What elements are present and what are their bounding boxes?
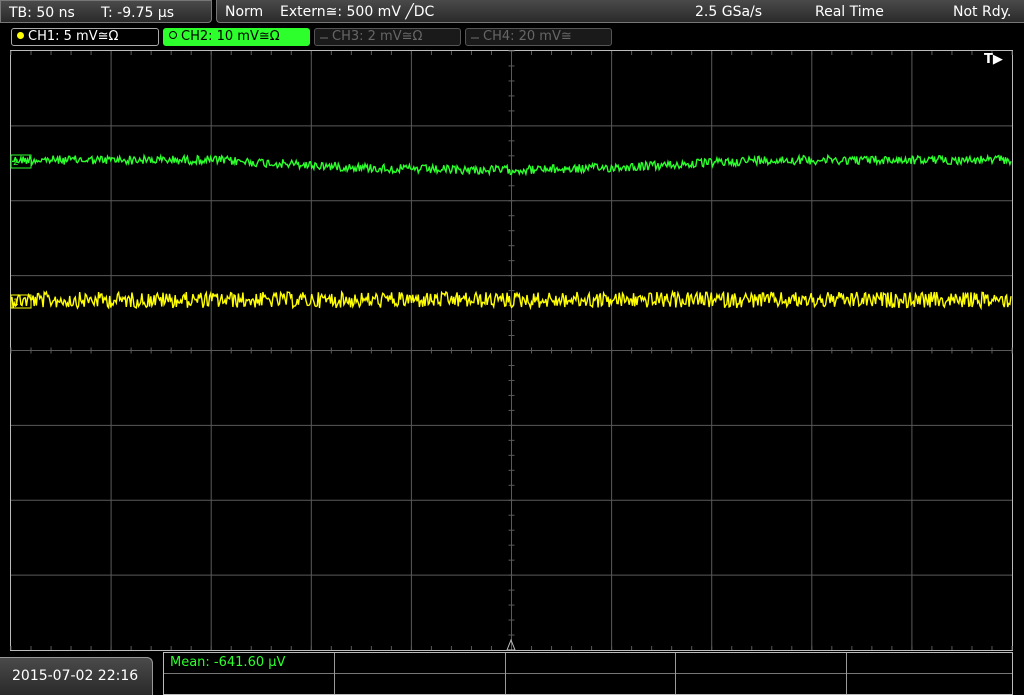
trigger-indicator: T▶ bbox=[984, 52, 1003, 67]
svg-text:1: 1 bbox=[13, 298, 19, 308]
measurement-cell bbox=[335, 653, 506, 694]
measurement-cell bbox=[676, 653, 847, 694]
datetime-label: 2015-07-02 22:16 bbox=[12, 668, 139, 684]
measurement-cell bbox=[506, 653, 676, 694]
svg-text:2: 2 bbox=[13, 158, 19, 168]
mean-measurement: Mean: -641.60 µV bbox=[170, 655, 286, 670]
measurement-cell bbox=[847, 653, 1012, 694]
measurement-panel[interactable]: Mean: -641.60 µV bbox=[163, 652, 1013, 695]
datetime-panel: 2015-07-02 22:16 bbox=[0, 657, 153, 695]
measurement-cell: Mean: -641.60 µV bbox=[164, 653, 335, 694]
waveform-canvas: 2 1 bbox=[10, 50, 1013, 651]
graticule bbox=[10, 50, 1013, 650]
